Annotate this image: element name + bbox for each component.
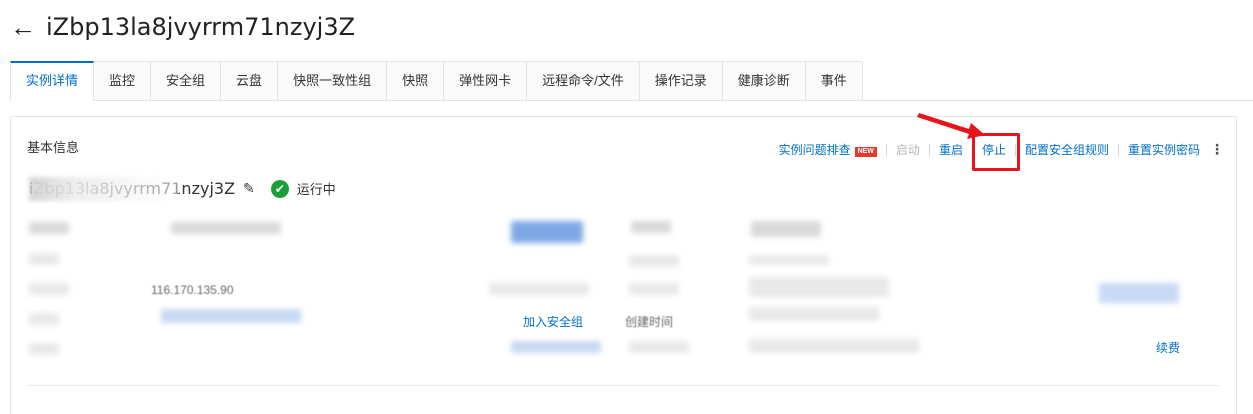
divider <box>1014 143 1016 156</box>
redacted-link <box>1099 283 1179 303</box>
restart-button[interactable]: 重启 <box>939 141 963 158</box>
tab-snapshot-consistency-group[interactable]: 快照一致性组 <box>278 61 388 100</box>
edit-pencil-icon[interactable]: ✎ <box>243 180 255 197</box>
action-bar: 实例问题排查 NEW 启动 重启 停止 配置安全组规则 重置实例密码 ⋮ <box>779 141 1224 158</box>
redacted-value <box>171 222 281 234</box>
tab-operation-log[interactable]: 操作记录 <box>639 61 723 100</box>
redacted-label <box>29 313 59 325</box>
redacted-label <box>29 283 69 295</box>
page-header: ← iZbp13la8jvyrrm71nzyj3Z <box>10 10 355 44</box>
page-title: iZbp13la8jvyrrm71nzyj3Z <box>46 13 356 41</box>
redacted-value <box>749 255 829 265</box>
redacted-label <box>629 283 679 295</box>
basic-info-panel: 基本信息 实例问题排查 NEW 启动 重启 停止 配置安全组规则 重置实例密码 ⋮… <box>10 113 1237 414</box>
ip-address: 116.170.135.90 <box>151 283 234 297</box>
redacted-value <box>751 221 821 237</box>
redacted-label <box>29 343 59 355</box>
section-divider <box>27 385 1220 386</box>
more-vertical-icon[interactable]: ⋮ <box>1210 141 1224 158</box>
renew-link[interactable]: 续费 <box>1156 339 1180 356</box>
check-circle-icon: ✔ <box>270 179 289 198</box>
redacted-label <box>631 221 671 233</box>
redacted-label <box>29 253 59 265</box>
redacted-value <box>749 277 889 297</box>
configure-security-rules-button[interactable]: 配置安全组规则 <box>1025 141 1109 158</box>
redacted-value <box>749 339 919 353</box>
back-arrow-icon[interactable]: ← <box>10 12 46 42</box>
tab-eni[interactable]: 弹性网卡 <box>444 61 528 100</box>
divider <box>928 143 930 156</box>
redacted-value <box>749 307 879 321</box>
redacted-value <box>489 283 589 295</box>
tab-events[interactable]: 事件 <box>805 61 863 100</box>
divider <box>885 143 887 156</box>
start-button[interactable]: 启动 <box>896 141 920 158</box>
section-title: 基本信息 <box>27 140 80 155</box>
tab-monitoring[interactable]: 监控 <box>94 61 152 100</box>
new-badge: NEW <box>854 147 877 157</box>
tab-snapshot[interactable]: 快照 <box>387 61 445 100</box>
redacted-link <box>511 341 601 353</box>
divider <box>971 143 973 156</box>
tab-instance-details[interactable]: 实例详情 <box>10 61 95 101</box>
tab-health-diagnosis[interactable]: 健康诊断 <box>722 61 806 100</box>
status-text: 运行中 <box>296 182 336 197</box>
tab-bar: 实例详情 监控 安全组 云盘 快照一致性组 快照 弹性网卡 远程命令/文件 操作… <box>10 61 1253 101</box>
tab-security-group[interactable]: 安全组 <box>151 61 222 100</box>
stop-button[interactable]: 停止 <box>982 141 1006 158</box>
troubleshoot-button[interactable]: 实例问题排查 NEW <box>779 141 877 158</box>
redaction-mask <box>29 177 179 201</box>
redacted-label <box>629 341 689 353</box>
instance-name-row: iZbp13la8jvyrrm71nzyj3Z ✎ ✔ 运行中 <box>29 177 336 201</box>
redacted-link <box>161 309 301 323</box>
redacted-label <box>629 255 679 267</box>
reset-password-button[interactable]: 重置实例密码 <box>1128 141 1200 158</box>
tab-remote-command[interactable]: 远程命令/文件 <box>527 61 640 100</box>
instance-name: iZbp13la8jvyrrm71nzyj3Z <box>29 177 235 201</box>
redacted-link <box>511 221 583 243</box>
created-time-label: 创建时间 <box>625 315 674 329</box>
divider <box>1117 143 1119 156</box>
join-security-group-link[interactable]: 加入安全组 <box>523 313 583 330</box>
redacted-label <box>29 222 69 234</box>
tab-cloud-disk[interactable]: 云盘 <box>221 61 279 100</box>
